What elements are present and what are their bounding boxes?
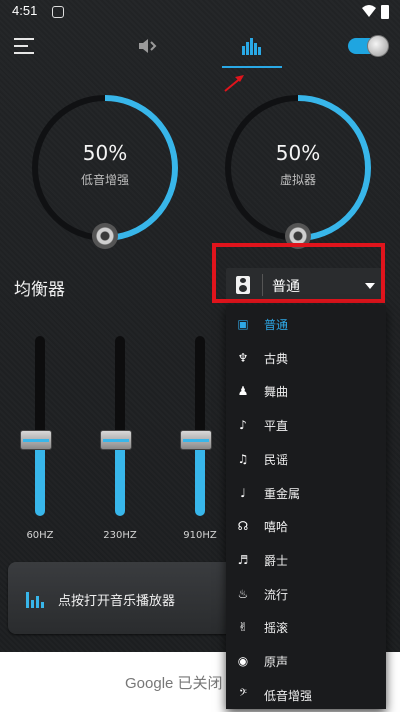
preset-menu-item[interactable]: ♪ 平直 — [226, 408, 386, 442]
status-bar: 4:51 — [0, 0, 400, 24]
status-time: 4:51 — [12, 3, 38, 18]
bass-boost-knob[interactable]: 50% 低音增强 — [30, 93, 180, 249]
virtualizer-arc — [297, 95, 371, 241]
eq-band-slider[interactable] — [20, 336, 60, 516]
slider-fill — [195, 440, 205, 516]
open-music-player-button[interactable]: 点按打开音乐播放器 — [8, 562, 248, 634]
bass-boost-handle[interactable] — [92, 223, 118, 249]
top-bar — [0, 30, 400, 70]
menu-icon[interactable] — [14, 38, 34, 54]
preset-menu-item-label: 民谣 — [264, 452, 289, 467]
preset-menu-item-label: 重金属 — [264, 486, 301, 501]
slider-thumb[interactable] — [180, 430, 212, 450]
preset-menu-item-label: 嘻哈 — [264, 520, 289, 535]
bass-boost-arc — [104, 95, 178, 241]
eq-band-slider[interactable] — [100, 336, 140, 516]
preset-menu-item-label: 舞曲 — [264, 385, 289, 400]
virtualizer-value: 50% — [275, 141, 321, 165]
preset-menu-item[interactable]: ☊ 嘻哈 — [226, 509, 386, 543]
music-bars-icon — [26, 592, 44, 608]
preset-menu-item[interactable]: ◉ 原声 — [226, 644, 386, 678]
guitar-icon: ♩ — [240, 485, 246, 500]
slider-thumb[interactable] — [20, 430, 52, 450]
preset-menu-item-label: 爵士 — [264, 553, 289, 568]
preset-menu-item-label: 普通 — [264, 318, 289, 332]
headphones-icon: ☊ — [237, 519, 249, 534]
preset-menu-item[interactable]: ♆ 古典 — [226, 341, 386, 375]
eq-band-slider[interactable] — [180, 336, 220, 516]
preset-menu-item[interactable]: ♨ 流行 — [226, 577, 386, 611]
app-notification-icon — [52, 6, 64, 18]
virtualizer-label: 虚拟器 — [279, 173, 316, 187]
band-label-60hz: 60HZ — [26, 530, 54, 541]
preset-menu-item[interactable]: ♬ 爵士 — [226, 543, 386, 577]
ad-banner-text: Google 已关闭 — [125, 675, 223, 692]
bass-clef-icon: 𝄢 — [239, 687, 247, 702]
preset-menu-item[interactable]: ✌ 摇滚 — [226, 610, 386, 644]
speaker-icon: ▣ — [237, 317, 249, 331]
preset-menu-item[interactable]: ▣ 普通 — [226, 307, 386, 341]
preset-menu-item-label: 低音增强 — [264, 688, 313, 703]
power-toggle[interactable] — [348, 35, 389, 57]
harp-icon: ♆ — [237, 350, 249, 365]
bass-boost-label: 低音增强 — [80, 173, 129, 187]
rock-hand-icon: ✌ — [237, 620, 249, 635]
preset-menu-item-label: 摇滚 — [264, 621, 289, 636]
dancer-icon: ♟ — [237, 384, 249, 399]
band-label-230hz: 230HZ — [103, 530, 137, 541]
preset-menu-item-label: 平直 — [264, 419, 289, 434]
slider-fill — [35, 440, 45, 516]
virtualizer-knob[interactable]: 50% 虚拟器 — [223, 93, 373, 249]
preset-menu-item[interactable]: 𝄢 低音增强 — [226, 678, 386, 712]
violin-icon: ♫ — [237, 451, 249, 466]
saxophone-icon: ♬ — [237, 552, 249, 567]
red-highlight-annotation — [212, 243, 385, 303]
trumpet-icon: ♪ — [239, 418, 247, 433]
preset-menu-item-label: 古典 — [264, 351, 289, 366]
active-tab-indicator — [222, 66, 282, 68]
equalizer-app-screen: 4:51 50% 低音增强 50% 虚拟器 均衡器 普通 60HZ 230HZ … — [0, 0, 400, 712]
preset-menu-item[interactable]: ♟ 舞曲 — [226, 374, 386, 408]
record-icon: ◉ — [237, 654, 249, 668]
slider-thumb[interactable] — [100, 430, 132, 450]
slider-fill — [115, 440, 125, 516]
preset-menu-item[interactable]: ♩ 重金属 — [226, 476, 386, 510]
battery-icon — [381, 5, 389, 19]
equalizer-title: 均衡器 — [14, 280, 65, 300]
wifi-icon — [362, 5, 376, 17]
open-music-player-label: 点按打开音乐播放器 — [58, 594, 176, 609]
tab-volume-speaker-icon[interactable] — [137, 36, 159, 56]
preset-menu-item[interactable]: ♫ 民谣 — [226, 442, 386, 476]
flame-icon: ♨ — [237, 586, 249, 601]
preset-menu-item-label: 原声 — [264, 655, 289, 669]
band-label-910hz: 910HZ — [183, 530, 217, 541]
preset-menu-item-label: 流行 — [264, 587, 289, 602]
red-arrow-annotation — [224, 75, 244, 92]
bass-boost-value: 50% — [82, 141, 128, 165]
tab-equalizer-icon[interactable] — [241, 36, 263, 56]
preset-menu: ▣ 普通 ♆ 古典 ♟ 舞曲 ♪ 平直 ♫ 民谣 ♩ 重金属 ☊ 嘻哈 ♬ 爵士 ♨ 流行 ✌ 摇滚 ◉ 原声 𝄢 低音增强 — [226, 305, 386, 709]
